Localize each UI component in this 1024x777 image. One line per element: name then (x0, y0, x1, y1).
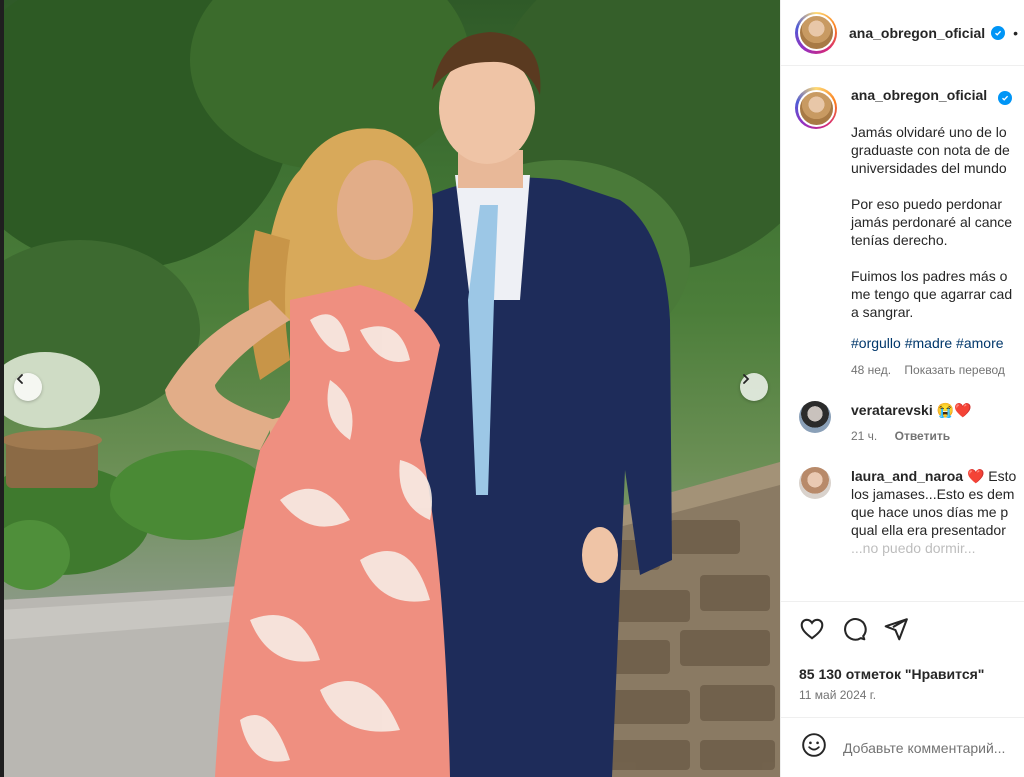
caption-hashtags[interactable]: #orgullo #madre #amore (851, 335, 1012, 351)
caption-time[interactable]: 48 нед. (851, 363, 891, 377)
verified-badge-icon (997, 91, 1012, 105)
caption-author-username[interactable]: ana_obregon_oficial (851, 87, 987, 103)
comment-text: ...no puedo dormir... (851, 540, 976, 556)
comment-text: los jamases...Esto es dem (851, 486, 1015, 502)
next-photo-button[interactable] (740, 373, 768, 401)
comments-list[interactable]: ana_obregon_oficial Jamás olvidaré uno d… (781, 67, 1024, 601)
header-separator: • (1013, 24, 1019, 41)
previous-photo-button[interactable] (14, 373, 42, 401)
reply-button[interactable]: Ответить (895, 429, 950, 443)
translate-link[interactable]: Показать перевод (904, 363, 1005, 377)
photo-illustration (0, 0, 780, 777)
commenter-username[interactable]: laura_and_naroa (851, 468, 963, 484)
commenter-avatar[interactable] (799, 401, 831, 433)
caption-paragraph: Por eso puedo perdonar jamás perdonaré a… (851, 196, 1013, 248)
post-header: ana_obregon_oficial • (781, 0, 1024, 66)
caption-paragraph: Fuimos los padres más o me tengo que aga… (851, 268, 1013, 320)
author-username[interactable]: ana_obregon_oficial (849, 25, 985, 41)
post-actions: 85 130 отметок "Нравится" 11 май 2024 г. (781, 601, 1024, 717)
caption-meta: 48 нед. Показать перевод (851, 363, 1012, 377)
comment-text: qual ella era presentador (851, 522, 1006, 538)
likes-count[interactable]: 85 130 отметок "Нравится" (799, 666, 1024, 682)
comment-text: ❤️ Esto (966, 468, 1017, 484)
post-side-panel: ana_obregon_oficial • ana_obregon_oficia… (780, 0, 1024, 777)
heart-icon[interactable] (799, 616, 825, 647)
verified-badge-icon (991, 25, 1006, 40)
caption-text: Jamás olvidaré uno de lo graduaste con n… (851, 123, 1012, 321)
comment-input[interactable] (843, 739, 1024, 756)
commenter-avatar[interactable] (799, 467, 831, 499)
share-icon[interactable] (883, 616, 909, 647)
comment-text: que hace unos días me p (851, 504, 1009, 520)
comment-icon[interactable] (841, 616, 867, 647)
commenter-username[interactable]: veratarevski (851, 402, 933, 418)
comment-item: veratarevski 😭❤️ 21 ч. Ответить (781, 401, 1024, 445)
caption-author-avatar[interactable] (795, 87, 837, 129)
author-avatar[interactable] (795, 11, 837, 54)
post-photo[interactable] (0, 0, 780, 777)
post-date[interactable]: 11 май 2024 г. (799, 688, 1024, 702)
comment-item: laura_and_naroa ❤️ Esto los jamases...Es… (781, 467, 1024, 557)
comment-time[interactable]: 21 ч. (851, 429, 877, 443)
emoji-icon[interactable] (801, 732, 827, 763)
caption-paragraph: Jamás olvidaré uno de lo graduaste con n… (851, 124, 1010, 176)
add-comment-bar (781, 717, 1024, 777)
comment-text: 😭❤️ (936, 402, 972, 418)
window-edge (0, 0, 4, 777)
caption: ana_obregon_oficial Jamás olvidaré uno d… (781, 67, 1024, 377)
